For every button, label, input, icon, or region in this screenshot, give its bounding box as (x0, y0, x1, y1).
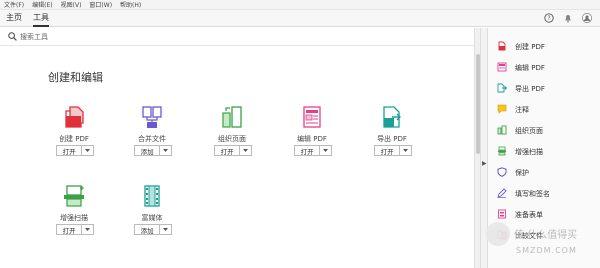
search-input[interactable]: 搜索工具 (20, 32, 48, 42)
sidebar-item-edit-pdf[interactable]: 编辑 PDF (488, 59, 600, 77)
tool-name: 导出 PDF (377, 135, 407, 143)
combine-files-icon[interactable] (140, 105, 164, 129)
watermark-domain: SMZDM.COM (516, 246, 577, 255)
tool-rich-media: 富媒体 添加 (126, 184, 186, 254)
help-icon[interactable]: ? (544, 13, 554, 23)
comment-icon (497, 104, 507, 114)
chevron-down-icon[interactable] (82, 146, 93, 155)
sidebar-item-label: 组织页面 (515, 127, 543, 135)
edit-pdf-icon[interactable] (300, 105, 324, 129)
sidebar-item-label: 编辑 PDF (515, 64, 545, 72)
chevron-down-icon[interactable] (160, 146, 171, 155)
sidebar-item-label: 创建 PDF (515, 43, 545, 51)
tool-name: 编辑 PDF (297, 135, 327, 143)
menu-edit[interactable]: 编辑(E) (32, 0, 52, 9)
sidebar-item-comment[interactable]: 注释 (488, 101, 600, 119)
tool-open-button[interactable]: 打开 (214, 145, 252, 156)
section-title: 创建和编辑 (48, 71, 103, 84)
tool-name: 创建 PDF (59, 135, 89, 143)
chevron-down-icon[interactable] (240, 146, 251, 155)
tool-name: 组织页面 (218, 135, 246, 143)
edit-pdf-icon (497, 62, 507, 72)
watermark: 值 什么值得买 SMZDM.COM (486, 222, 600, 268)
search-bar[interactable]: 搜索工具 (0, 28, 474, 46)
search-icon (8, 32, 17, 41)
tool-add-button[interactable]: 添加 (134, 145, 172, 156)
bell-icon[interactable] (563, 13, 573, 23)
organize-pages-icon[interactable] (220, 105, 244, 129)
tool-edit-pdf: 编辑 PDF 打开 (286, 105, 346, 175)
export-pdf-icon (497, 83, 507, 93)
tab-home[interactable]: 主页 (6, 12, 22, 23)
create-pdf-icon[interactable] (62, 105, 86, 129)
sidebar-item-fill-sign[interactable]: 填写和签名 (488, 185, 600, 203)
button-label: 添加 (135, 146, 161, 156)
sidebar-item-label: 增强扫描 (515, 148, 543, 156)
tab-bar: 主页 工具 ? (0, 10, 600, 27)
tool-combine-files: 合并文件 添加 (126, 105, 186, 175)
sidebar-item-export-pdf[interactable]: 导出 PDF (488, 80, 600, 98)
tab-tools[interactable]: 工具 (33, 12, 49, 27)
menu-window[interactable]: 窗口(W) (89, 0, 112, 9)
sidebar-item-create-pdf[interactable]: 创建 PDF (488, 38, 600, 56)
menu-help[interactable]: 帮助(H) (120, 0, 141, 9)
sidebar-item-label: 填写和签名 (515, 190, 550, 198)
button-label: 打开 (57, 225, 83, 235)
watermark-logo (486, 222, 510, 246)
chevron-down-icon[interactable] (400, 146, 411, 155)
tool-add-button[interactable]: 添加 (134, 224, 172, 235)
menu-view[interactable]: 视图(V) (61, 0, 82, 9)
sidebar-item-label: 注释 (515, 106, 529, 114)
sidebar-item-organize-pages[interactable]: 组织页面 (488, 122, 600, 140)
fill-sign-icon (497, 188, 507, 198)
menu-file[interactable]: 文件(F) (4, 0, 24, 9)
chevron-down-icon[interactable] (82, 225, 93, 234)
tool-export-pdf: 导出 PDF 打开 (366, 105, 426, 175)
menu-bar: 文件(F) 编辑(E) 视图(V) 窗口(W) 帮助(H) (0, 0, 600, 10)
enhance-scan-icon (498, 146, 506, 156)
sidebar-item-protect[interactable]: 保护 (488, 164, 600, 182)
chevron-down-icon[interactable] (320, 146, 331, 155)
export-pdf-icon[interactable] (380, 105, 404, 129)
button-label: 打开 (375, 146, 401, 156)
shield-icon (497, 167, 507, 177)
button-label: 打开 (295, 146, 321, 156)
chevron-down-icon[interactable] (160, 225, 171, 234)
sidebar-item-label: 保护 (515, 169, 529, 177)
tool-open-button[interactable]: 打开 (374, 145, 412, 156)
tool-organize-pages: 组织页面 打开 (206, 105, 266, 175)
sidebar-item-enhance-scan[interactable]: 增强扫描 (488, 143, 600, 161)
tool-open-button[interactable]: 打开 (56, 145, 94, 156)
prepare-form-icon (498, 209, 506, 219)
enhance-scan-icon[interactable] (62, 184, 86, 208)
collapse-arrow-icon[interactable]: ▶ (482, 160, 487, 167)
tool-name: 增强扫描 (60, 214, 88, 222)
rich-media-icon[interactable] (140, 184, 164, 208)
avatar-icon[interactable] (582, 13, 592, 23)
button-label: 打开 (215, 146, 241, 156)
tools-panel: 创建和编辑 创建 PDF 打开 合并文件 添加 组织页面 打开 编辑 PDF 打… (0, 47, 474, 268)
tool-name: 富媒体 (141, 214, 163, 222)
tool-open-button[interactable]: 打开 (294, 145, 332, 156)
sidebar-item-label: 导出 PDF (515, 85, 545, 93)
button-label: 打开 (57, 146, 83, 156)
tool-name: 合并文件 (138, 135, 166, 143)
create-pdf-icon (498, 41, 506, 51)
sidebar-item-label: 准备表单 (515, 211, 543, 219)
tool-enhance-scan: 增强扫描 打开 (48, 184, 108, 254)
tool-create-pdf: 创建 PDF 打开 (48, 105, 108, 175)
svg-text:?: ? (547, 15, 550, 22)
organize-pages-icon (497, 125, 507, 135)
tool-open-button[interactable]: 打开 (56, 224, 94, 235)
watermark-text: 值 什么值得买 (514, 230, 578, 241)
top-right-icons: ? (544, 13, 592, 23)
button-label: 添加 (135, 225, 161, 235)
